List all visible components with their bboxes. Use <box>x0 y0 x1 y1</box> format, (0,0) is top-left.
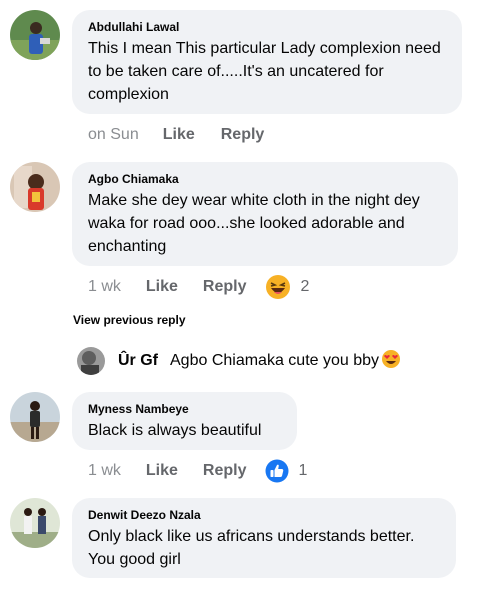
comment-author[interactable]: Abdullahi Lawal <box>88 20 446 35</box>
comment-actions: 1 wk Like Reply 2 <box>88 274 310 300</box>
thumbs-up-icon[interactable] <box>265 459 289 483</box>
avatar-ur-gf[interactable] <box>77 347 105 375</box>
comment-actions: on Sun Like Reply <box>88 124 264 146</box>
laughing-emoji-icon[interactable] <box>265 274 291 300</box>
view-previous-reply-link[interactable]: View previous reply <box>73 313 186 327</box>
like-button[interactable]: Like <box>146 278 178 296</box>
avatar-myness[interactable] <box>10 392 60 442</box>
reply-author[interactable]: Ûr Gf <box>118 352 158 370</box>
like-button[interactable]: Like <box>146 462 178 480</box>
comment-bubble: Denwit Deezo Nzala Only black like us af… <box>72 498 456 578</box>
reply-text: Agbo Chiamaka cute you bby <box>170 352 380 369</box>
comment-text: Make she dey wear white cloth in the nig… <box>88 192 420 255</box>
comment-actions: 1 wk Like Reply 1 <box>88 459 308 483</box>
comment-time[interactable]: on Sun <box>88 126 139 144</box>
comment-author[interactable]: Denwit Deezo Nzala <box>88 508 440 523</box>
reaction-count[interactable]: 1 <box>299 462 308 480</box>
comment-author[interactable]: Agbo Chiamaka <box>88 172 442 187</box>
like-button[interactable]: Like <box>163 126 195 144</box>
reply-button[interactable]: Reply <box>203 462 247 480</box>
comment-time[interactable]: 1 wk <box>88 278 121 296</box>
reaction-count[interactable]: 2 <box>301 278 310 296</box>
avatar-denwit[interactable] <box>10 498 60 548</box>
reply-row: Ûr Gf Agbo Chiamaka cute you bby <box>77 346 401 376</box>
avatar-agbo[interactable] <box>10 162 60 212</box>
comment-time[interactable]: 1 wk <box>88 462 121 480</box>
comment-bubble: Agbo Chiamaka Make she dey wear white cl… <box>72 162 458 266</box>
comment-bubble: Abdullahi Lawal This I mean This particu… <box>72 10 462 114</box>
heart-eyes-emoji-icon <box>381 349 401 374</box>
comment-bubble: Myness Nambeye Black is always beautiful <box>72 392 297 450</box>
comment-text: Black is always beautiful <box>88 422 262 439</box>
comment-author[interactable]: Myness Nambeye <box>88 402 281 417</box>
reply-button[interactable]: Reply <box>203 278 247 296</box>
avatar-abdullahi[interactable] <box>10 10 60 60</box>
comment-text: This I mean This particular Lady complex… <box>88 40 441 103</box>
reply-button[interactable]: Reply <box>221 126 265 144</box>
comment-text: Only black like us africans understands … <box>88 528 415 568</box>
